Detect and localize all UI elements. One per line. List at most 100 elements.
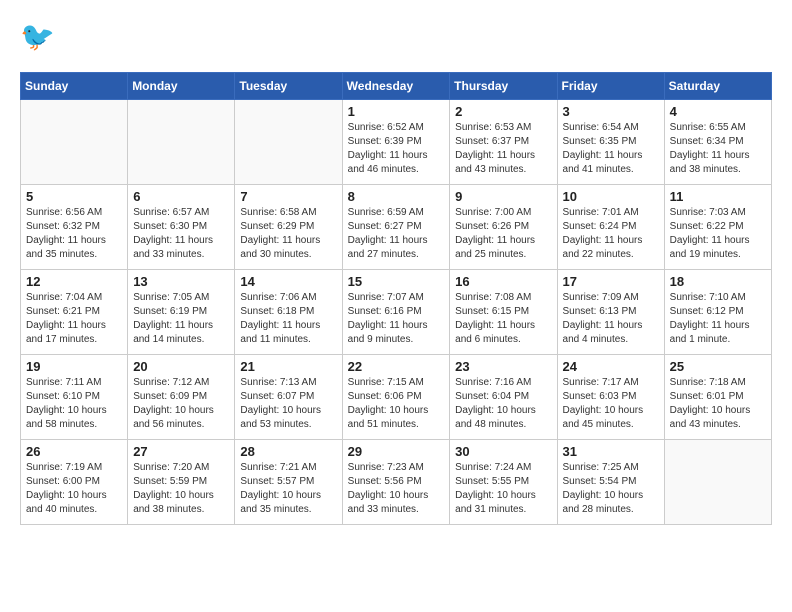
day-number: 26 [26, 444, 122, 459]
weekday-header-monday: Monday [128, 73, 235, 100]
calendar-table: SundayMondayTuesdayWednesdayThursdayFrid… [20, 72, 772, 525]
calendar-cell: 13 Sunrise: 7:05 AM Sunset: 6:19 PM Dayli… [128, 270, 235, 355]
day-number: 5 [26, 189, 122, 204]
day-number: 14 [240, 274, 336, 289]
day-info: Sunrise: 7:15 AM Sunset: 6:06 PM Dayligh… [348, 376, 445, 432]
calendar-cell: 26Sunrise: 7:19 AM Sunset: 6:00 PM Dayli… [21, 440, 128, 525]
day-number: 21 [240, 359, 336, 374]
day-number: 11 [670, 189, 766, 204]
day-info: Sunrise: 7:07 AM Sunset: 6:16 PM Dayligh… [348, 291, 445, 347]
calendar-cell [128, 100, 235, 185]
calendar-cell: 30 Sunrise: 7:24 AM Sunset: 5:55 PM Dayli… [450, 440, 557, 525]
day-info: Sunrise: 7:01 AM Sunset: 6:24 PM Dayligh… [563, 206, 659, 262]
day-info: Sunrise: 7:06 AM Sunset: 6:18 PM Dayligh… [240, 291, 336, 347]
day-info: Sunrise: 6:53 AM Sunset: 6:37 PM Dayligh… [455, 121, 551, 177]
day-number: 13 [133, 274, 229, 289]
weekday-header-thursday: Thursday [450, 73, 557, 100]
week-row-3: 12Sunrise: 7:04 AM Sunset: 6:21 PM Dayli… [21, 270, 772, 355]
week-row-4: 19 Sunrise: 7:11 AM Sunset: 6:10 PM Dayli… [21, 355, 772, 440]
day-info: Sunrise: 7:21 AM Sunset: 5:57 PM Dayligh… [240, 461, 336, 517]
calendar-cell: 9Sunrise: 7:00 AM Sunset: 6:26 PM Daylig… [450, 185, 557, 270]
calendar-cell [21, 100, 128, 185]
day-info: Sunrise: 7:16 AM Sunset: 6:04 PM Dayligh… [455, 376, 551, 432]
calendar-cell: 11 Sunrise: 7:03 AM Sunset: 6:22 PM Dayli… [664, 185, 771, 270]
day-info: Sunrise: 7:10 AM Sunset: 6:12 PM Dayligh… [670, 291, 766, 347]
day-number: 22 [348, 359, 445, 374]
day-number: 2 [455, 104, 551, 119]
day-number: 4 [670, 104, 766, 119]
day-number: 30 [455, 444, 551, 459]
day-number: 3 [563, 104, 659, 119]
day-info: Sunrise: 6:52 AM Sunset: 6:39 PM Dayligh… [348, 121, 445, 177]
calendar-cell: 6 Sunrise: 6:57 AM Sunset: 6:30 PM Daylig… [128, 185, 235, 270]
calendar-cell: 31Sunrise: 7:25 AM Sunset: 5:54 PM Dayli… [557, 440, 664, 525]
day-info: Sunrise: 6:57 AM Sunset: 6:30 PM Dayligh… [133, 206, 229, 262]
day-info: Sunrise: 7:25 AM Sunset: 5:54 PM Dayligh… [563, 461, 659, 517]
day-number: 29 [348, 444, 445, 459]
calendar-cell: 4 Sunrise: 6:55 AM Sunset: 6:34 PM Daylig… [664, 100, 771, 185]
day-number: 6 [133, 189, 229, 204]
calendar-cell: 8Sunrise: 6:59 AM Sunset: 6:27 PM Daylig… [342, 185, 450, 270]
day-info: Sunrise: 7:24 AM Sunset: 5:55 PM Dayligh… [455, 461, 551, 517]
calendar-cell: 10 Sunrise: 7:01 AM Sunset: 6:24 PM Dayli… [557, 185, 664, 270]
weekday-header-friday: Friday [557, 73, 664, 100]
week-row-2: 5 Sunrise: 6:56 AM Sunset: 6:32 PM Daylig… [21, 185, 772, 270]
day-number: 9 [455, 189, 551, 204]
day-info: Sunrise: 7:20 AM Sunset: 5:59 PM Dayligh… [133, 461, 229, 517]
day-number: 23 [455, 359, 551, 374]
weekday-header-tuesday: Tuesday [235, 73, 342, 100]
day-number: 19 [26, 359, 122, 374]
calendar-cell: 22 Sunrise: 7:15 AM Sunset: 6:06 PM Dayli… [342, 355, 450, 440]
calendar-cell: 27 Sunrise: 7:20 AM Sunset: 5:59 PM Dayli… [128, 440, 235, 525]
day-info: Sunrise: 7:11 AM Sunset: 6:10 PM Dayligh… [26, 376, 122, 432]
day-number: 12 [26, 274, 122, 289]
calendar-cell: 28 Sunrise: 7:21 AM Sunset: 5:57 PM Dayli… [235, 440, 342, 525]
calendar-cell: 21 Sunrise: 7:13 AM Sunset: 6:07 PM Dayli… [235, 355, 342, 440]
page-header: 🐦 [20, 20, 772, 56]
day-number: 17 [563, 274, 659, 289]
day-info: Sunrise: 7:08 AM Sunset: 6:15 PM Dayligh… [455, 291, 551, 347]
calendar-cell: 24 Sunrise: 7:17 AM Sunset: 6:03 PM Dayli… [557, 355, 664, 440]
calendar-cell: 7Sunrise: 6:58 AM Sunset: 6:29 PM Daylig… [235, 185, 342, 270]
day-info: Sunrise: 6:54 AM Sunset: 6:35 PM Dayligh… [563, 121, 659, 177]
day-number: 28 [240, 444, 336, 459]
day-info: Sunrise: 6:56 AM Sunset: 6:32 PM Dayligh… [26, 206, 122, 262]
calendar-cell: 2 Sunrise: 6:53 AM Sunset: 6:37 PM Daylig… [450, 100, 557, 185]
logo-icon: 🐦 [20, 20, 56, 56]
weekday-header-wednesday: Wednesday [342, 73, 450, 100]
day-info: Sunrise: 6:59 AM Sunset: 6:27 PM Dayligh… [348, 206, 445, 262]
calendar-cell [235, 100, 342, 185]
day-number: 25 [670, 359, 766, 374]
calendar-cell: 5 Sunrise: 6:56 AM Sunset: 6:32 PM Daylig… [21, 185, 128, 270]
calendar-cell: 12Sunrise: 7:04 AM Sunset: 6:21 PM Dayli… [21, 270, 128, 355]
day-number: 16 [455, 274, 551, 289]
calendar-cell: 23 Sunrise: 7:16 AM Sunset: 6:04 PM Dayli… [450, 355, 557, 440]
day-info: Sunrise: 7:13 AM Sunset: 6:07 PM Dayligh… [240, 376, 336, 432]
day-number: 24 [563, 359, 659, 374]
day-info: Sunrise: 7:03 AM Sunset: 6:22 PM Dayligh… [670, 206, 766, 262]
day-info: Sunrise: 7:12 AM Sunset: 6:09 PM Dayligh… [133, 376, 229, 432]
weekday-header-saturday: Saturday [664, 73, 771, 100]
day-number: 10 [563, 189, 659, 204]
day-number: 20 [133, 359, 229, 374]
day-info: Sunrise: 7:17 AM Sunset: 6:03 PM Dayligh… [563, 376, 659, 432]
week-row-1: 1 Sunrise: 6:52 AM Sunset: 6:39 PM Daylig… [21, 100, 772, 185]
calendar-cell: 3 Sunrise: 6:54 AM Sunset: 6:35 PM Daylig… [557, 100, 664, 185]
day-number: 18 [670, 274, 766, 289]
day-info: Sunrise: 7:23 AM Sunset: 5:56 PM Dayligh… [348, 461, 445, 517]
week-row-5: 26Sunrise: 7:19 AM Sunset: 6:00 PM Dayli… [21, 440, 772, 525]
calendar-cell: 14 Sunrise: 7:06 AM Sunset: 6:18 PM Dayli… [235, 270, 342, 355]
calendar-cell: 1 Sunrise: 6:52 AM Sunset: 6:39 PM Daylig… [342, 100, 450, 185]
day-number: 7 [240, 189, 336, 204]
calendar-cell: 20 Sunrise: 7:12 AM Sunset: 6:09 PM Dayli… [128, 355, 235, 440]
logo: 🐦 [20, 20, 60, 56]
calendar-cell: 16 Sunrise: 7:08 AM Sunset: 6:15 PM Dayli… [450, 270, 557, 355]
day-number: 15 [348, 274, 445, 289]
calendar-cell [664, 440, 771, 525]
day-info: Sunrise: 7:05 AM Sunset: 6:19 PM Dayligh… [133, 291, 229, 347]
day-number: 1 [348, 104, 445, 119]
calendar-cell: 17Sunrise: 7:09 AM Sunset: 6:13 PM Dayli… [557, 270, 664, 355]
calendar-cell: 19 Sunrise: 7:11 AM Sunset: 6:10 PM Dayli… [21, 355, 128, 440]
day-number: 27 [133, 444, 229, 459]
day-info: Sunrise: 6:55 AM Sunset: 6:34 PM Dayligh… [670, 121, 766, 177]
